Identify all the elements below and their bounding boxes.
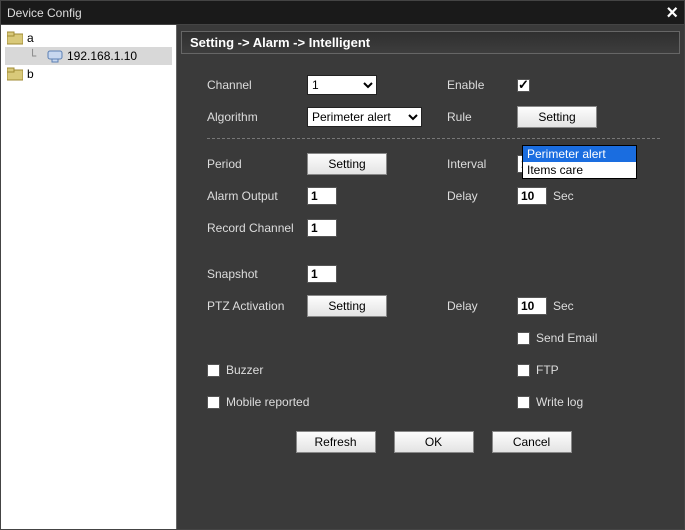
device-tree: a └ 192.168.1.10 b — [1, 25, 177, 529]
divider — [207, 138, 660, 139]
enable-label: Enable — [447, 78, 517, 92]
delay-label: Delay — [447, 189, 517, 203]
tree-item-ip[interactable]: └ 192.168.1.10 — [5, 47, 172, 65]
tree-connector-icon: └ — [29, 49, 43, 63]
window-title: Device Config — [7, 6, 82, 20]
mobile-reported-checkbox[interactable] — [207, 396, 220, 409]
snapshot-label: Snapshot — [207, 267, 307, 281]
sec-label: Sec — [553, 299, 574, 313]
titlebar: Device Config × — [1, 1, 684, 25]
channel-label: Channel — [207, 78, 307, 92]
folder-icon — [7, 31, 23, 45]
dropdown-option[interactable]: Perimeter alert — [523, 146, 636, 162]
snapshot-input[interactable] — [307, 265, 337, 283]
channel-select[interactable]: 1 — [307, 75, 377, 95]
period-setting-button[interactable]: Setting — [307, 153, 387, 175]
sec-label: Sec — [553, 189, 574, 203]
dropdown-option[interactable]: Items care — [523, 162, 636, 178]
rule-label: Rule — [447, 110, 517, 124]
algorithm-select[interactable]: Perimeter alert — [307, 107, 422, 127]
ptz-activation-label: PTZ Activation — [207, 299, 307, 313]
tree-item-a[interactable]: a — [5, 29, 172, 47]
interval-label: Interval — [447, 157, 517, 171]
ptz-setting-button[interactable]: Setting — [307, 295, 387, 317]
algorithm-dropdown-popup[interactable]: Perimeter alert Items care — [522, 145, 637, 179]
record-channel-input[interactable] — [307, 219, 337, 237]
alarm-output-input[interactable] — [307, 187, 337, 205]
record-channel-label: Record Channel — [207, 221, 307, 235]
buzzer-label: Buzzer — [226, 363, 263, 377]
tree-item-label: a — [27, 31, 34, 45]
main-panel: Setting -> Alarm -> Intelligent Channel … — [177, 25, 684, 529]
tree-item-b[interactable]: b — [5, 65, 172, 83]
delay2-label: Delay — [447, 299, 517, 313]
ftp-checkbox[interactable] — [517, 364, 530, 377]
folder-icon — [7, 67, 23, 81]
send-email-checkbox[interactable] — [517, 332, 530, 345]
send-email-label: Send Email — [536, 331, 597, 345]
alarm-output-label: Alarm Output — [207, 189, 307, 203]
delay1-input[interactable] — [517, 187, 547, 205]
algorithm-label: Algorithm — [207, 110, 307, 124]
rule-setting-button[interactable]: Setting — [517, 106, 597, 128]
ok-button[interactable]: OK — [394, 431, 474, 453]
cancel-button[interactable]: Cancel — [492, 431, 572, 453]
ftp-label: FTP — [536, 363, 559, 377]
tree-item-label: b — [27, 67, 34, 81]
enable-checkbox[interactable] — [517, 79, 530, 92]
write-log-label: Write log — [536, 395, 583, 409]
mobile-reported-label: Mobile reported — [226, 395, 309, 409]
breadcrumb: Setting -> Alarm -> Intelligent — [181, 31, 680, 54]
close-icon[interactable]: × — [666, 3, 678, 23]
delay2-input[interactable] — [517, 297, 547, 315]
write-log-checkbox[interactable] — [517, 396, 530, 409]
refresh-button[interactable]: Refresh — [296, 431, 376, 453]
period-label: Period — [207, 157, 307, 171]
device-icon — [47, 49, 63, 63]
buzzer-checkbox[interactable] — [207, 364, 220, 377]
tree-item-label: 192.168.1.10 — [67, 49, 137, 63]
